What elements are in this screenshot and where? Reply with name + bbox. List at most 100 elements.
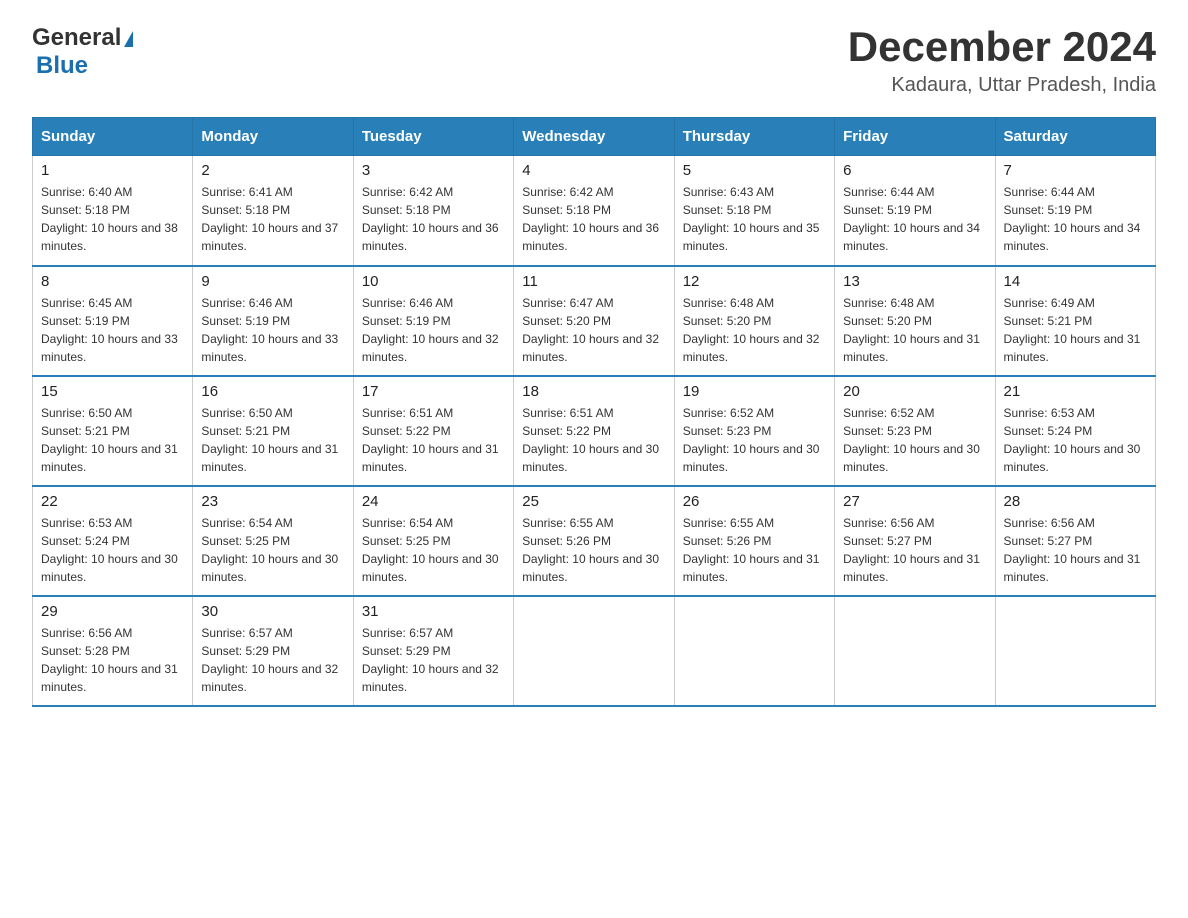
calendar-cell: 20Sunrise: 6:52 AMSunset: 5:23 PMDayligh…: [835, 376, 995, 486]
calendar-cell: 14 Sunrise: 6:49 AMSunset: 5:21 PMDayligh…: [995, 266, 1155, 376]
day-info: Sunrise: 6:41 AMSunset: 5:18 PMDaylight:…: [201, 183, 344, 255]
day-info: Sunrise: 6:44 AMSunset: 5:19 PMDaylight:…: [843, 183, 986, 255]
day-number: 28: [1004, 493, 1147, 510]
calendar-header-row: SundayMondayTuesdayWednesdayThursdayFrid…: [33, 118, 1156, 156]
day-number: 8: [41, 273, 184, 290]
day-info: Sunrise: 6:44 AMSunset: 5:19 PMDaylight:…: [1004, 183, 1147, 255]
day-number: 14: [1004, 273, 1147, 290]
day-number: 4: [522, 162, 665, 179]
calendar-cell: 2 Sunrise: 6:41 AMSunset: 5:18 PMDaylight…: [193, 156, 353, 266]
day-info: Sunrise: 6:49 AMSunset: 5:21 PMDaylight:…: [1004, 294, 1147, 366]
day-info: Sunrise: 6:56 AMSunset: 5:27 PMDaylight:…: [843, 514, 986, 586]
day-number: 16: [201, 383, 344, 400]
calendar-cell: 25 Sunrise: 6:55 AMSunset: 5:26 PMDayligh…: [514, 486, 674, 596]
day-info: Sunrise: 6:54 AMSunset: 5:25 PMDaylight:…: [201, 514, 344, 586]
column-header-thursday: Thursday: [674, 118, 834, 156]
calendar-cell: 12Sunrise: 6:48 AMSunset: 5:20 PMDayligh…: [674, 266, 834, 376]
day-number: 3: [362, 162, 505, 179]
calendar-cell: 5 Sunrise: 6:43 AMSunset: 5:18 PMDaylight…: [674, 156, 834, 266]
calendar-week-row: 29 Sunrise: 6:56 AMSunset: 5:28 PMDayligh…: [33, 596, 1156, 706]
logo-general-text: General: [32, 24, 121, 52]
day-number: 2: [201, 162, 344, 179]
calendar-cell: 11Sunrise: 6:47 AMSunset: 5:20 PMDayligh…: [514, 266, 674, 376]
day-number: 15: [41, 383, 184, 400]
day-info: Sunrise: 6:55 AMSunset: 5:26 PMDaylight:…: [683, 514, 826, 586]
calendar-cell: 21 Sunrise: 6:53 AMSunset: 5:24 PMDayligh…: [995, 376, 1155, 486]
day-info: Sunrise: 6:48 AMSunset: 5:20 PMDaylight:…: [843, 294, 986, 366]
calendar-week-row: 22 Sunrise: 6:53 AMSunset: 5:24 PMDayligh…: [33, 486, 1156, 596]
day-number: 30: [201, 603, 344, 620]
day-info: Sunrise: 6:53 AMSunset: 5:24 PMDaylight:…: [41, 514, 184, 586]
day-info: Sunrise: 6:45 AMSunset: 5:19 PMDaylight:…: [41, 294, 184, 366]
calendar-cell: 8 Sunrise: 6:45 AMSunset: 5:19 PMDaylight…: [33, 266, 193, 376]
calendar-cell: 19Sunrise: 6:52 AMSunset: 5:23 PMDayligh…: [674, 376, 834, 486]
day-info: Sunrise: 6:54 AMSunset: 5:25 PMDaylight:…: [362, 514, 505, 586]
calendar-cell: [835, 596, 995, 706]
calendar-cell: 28 Sunrise: 6:56 AMSunset: 5:27 PMDayligh…: [995, 486, 1155, 596]
day-info: Sunrise: 6:42 AMSunset: 5:18 PMDaylight:…: [522, 183, 665, 255]
day-number: 6: [843, 162, 986, 179]
day-info: Sunrise: 6:51 AMSunset: 5:22 PMDaylight:…: [522, 404, 665, 476]
day-number: 31: [362, 603, 505, 620]
calendar-cell: 30 Sunrise: 6:57 AMSunset: 5:29 PMDayligh…: [193, 596, 353, 706]
day-number: 17: [362, 383, 505, 400]
day-info: Sunrise: 6:55 AMSunset: 5:26 PMDaylight:…: [522, 514, 665, 586]
day-number: 27: [843, 493, 986, 510]
day-info: Sunrise: 6:43 AMSunset: 5:18 PMDaylight:…: [683, 183, 826, 255]
day-number: 22: [41, 493, 184, 510]
page-header: General Blue December 2024 Kadaura, Utta…: [32, 24, 1156, 97]
calendar-cell: [514, 596, 674, 706]
calendar-cell: 16Sunrise: 6:50 AMSunset: 5:21 PMDayligh…: [193, 376, 353, 486]
day-number: 13: [843, 273, 986, 290]
calendar-cell: [674, 596, 834, 706]
day-number: 20: [843, 383, 986, 400]
day-number: 12: [683, 273, 826, 290]
location-title: Kadaura, Uttar Pradesh, India: [848, 74, 1156, 97]
column-header-friday: Friday: [835, 118, 995, 156]
calendar-cell: 6 Sunrise: 6:44 AMSunset: 5:19 PMDaylight…: [835, 156, 995, 266]
day-number: 21: [1004, 383, 1147, 400]
logo: General Blue: [32, 24, 133, 80]
calendar-cell: 27 Sunrise: 6:56 AMSunset: 5:27 PMDayligh…: [835, 486, 995, 596]
calendar-cell: 15 Sunrise: 6:50 AMSunset: 5:21 PMDayligh…: [33, 376, 193, 486]
day-info: Sunrise: 6:56 AMSunset: 5:28 PMDaylight:…: [41, 624, 184, 696]
logo-blue-text: Blue: [36, 52, 88, 79]
day-number: 10: [362, 273, 505, 290]
calendar-cell: 10 Sunrise: 6:46 AMSunset: 5:19 PMDayligh…: [353, 266, 513, 376]
day-info: Sunrise: 6:56 AMSunset: 5:27 PMDaylight:…: [1004, 514, 1147, 586]
day-info: Sunrise: 6:47 AMSunset: 5:20 PMDaylight:…: [522, 294, 665, 366]
day-info: Sunrise: 6:42 AMSunset: 5:18 PMDaylight:…: [362, 183, 505, 255]
day-number: 5: [683, 162, 826, 179]
calendar-cell: 31Sunrise: 6:57 AMSunset: 5:29 PMDayligh…: [353, 596, 513, 706]
day-number: 25: [522, 493, 665, 510]
calendar-cell: 24 Sunrise: 6:54 AMSunset: 5:25 PMDayligh…: [353, 486, 513, 596]
column-header-wednesday: Wednesday: [514, 118, 674, 156]
day-info: Sunrise: 6:50 AMSunset: 5:21 PMDaylight:…: [41, 404, 184, 476]
day-number: 24: [362, 493, 505, 510]
calendar-cell: [995, 596, 1155, 706]
day-info: Sunrise: 6:57 AMSunset: 5:29 PMDaylight:…: [201, 624, 344, 696]
calendar-cell: 17Sunrise: 6:51 AMSunset: 5:22 PMDayligh…: [353, 376, 513, 486]
day-info: Sunrise: 6:46 AMSunset: 5:19 PMDaylight:…: [362, 294, 505, 366]
calendar-week-row: 1Sunrise: 6:40 AMSunset: 5:18 PMDaylight…: [33, 156, 1156, 266]
calendar-week-row: 15 Sunrise: 6:50 AMSunset: 5:21 PMDayligh…: [33, 376, 1156, 486]
calendar-cell: 9Sunrise: 6:46 AMSunset: 5:19 PMDaylight…: [193, 266, 353, 376]
calendar-cell: 1Sunrise: 6:40 AMSunset: 5:18 PMDaylight…: [33, 156, 193, 266]
day-number: 18: [522, 383, 665, 400]
column-header-saturday: Saturday: [995, 118, 1155, 156]
title-section: December 2024 Kadaura, Uttar Pradesh, In…: [848, 24, 1156, 97]
calendar-cell: 3 Sunrise: 6:42 AMSunset: 5:18 PMDaylight…: [353, 156, 513, 266]
calendar-cell: 7 Sunrise: 6:44 AMSunset: 5:19 PMDaylight…: [995, 156, 1155, 266]
day-number: 7: [1004, 162, 1147, 179]
day-number: 29: [41, 603, 184, 620]
calendar-cell: 22 Sunrise: 6:53 AMSunset: 5:24 PMDayligh…: [33, 486, 193, 596]
day-info: Sunrise: 6:53 AMSunset: 5:24 PMDaylight:…: [1004, 404, 1147, 476]
day-number: 26: [683, 493, 826, 510]
day-number: 23: [201, 493, 344, 510]
calendar-week-row: 8 Sunrise: 6:45 AMSunset: 5:19 PMDaylight…: [33, 266, 1156, 376]
column-header-monday: Monday: [193, 118, 353, 156]
day-info: Sunrise: 6:46 AMSunset: 5:19 PMDaylight:…: [201, 294, 344, 366]
calendar-cell: 29 Sunrise: 6:56 AMSunset: 5:28 PMDayligh…: [33, 596, 193, 706]
calendar-cell: 18 Sunrise: 6:51 AMSunset: 5:22 PMDayligh…: [514, 376, 674, 486]
month-title: December 2024: [848, 24, 1156, 70]
